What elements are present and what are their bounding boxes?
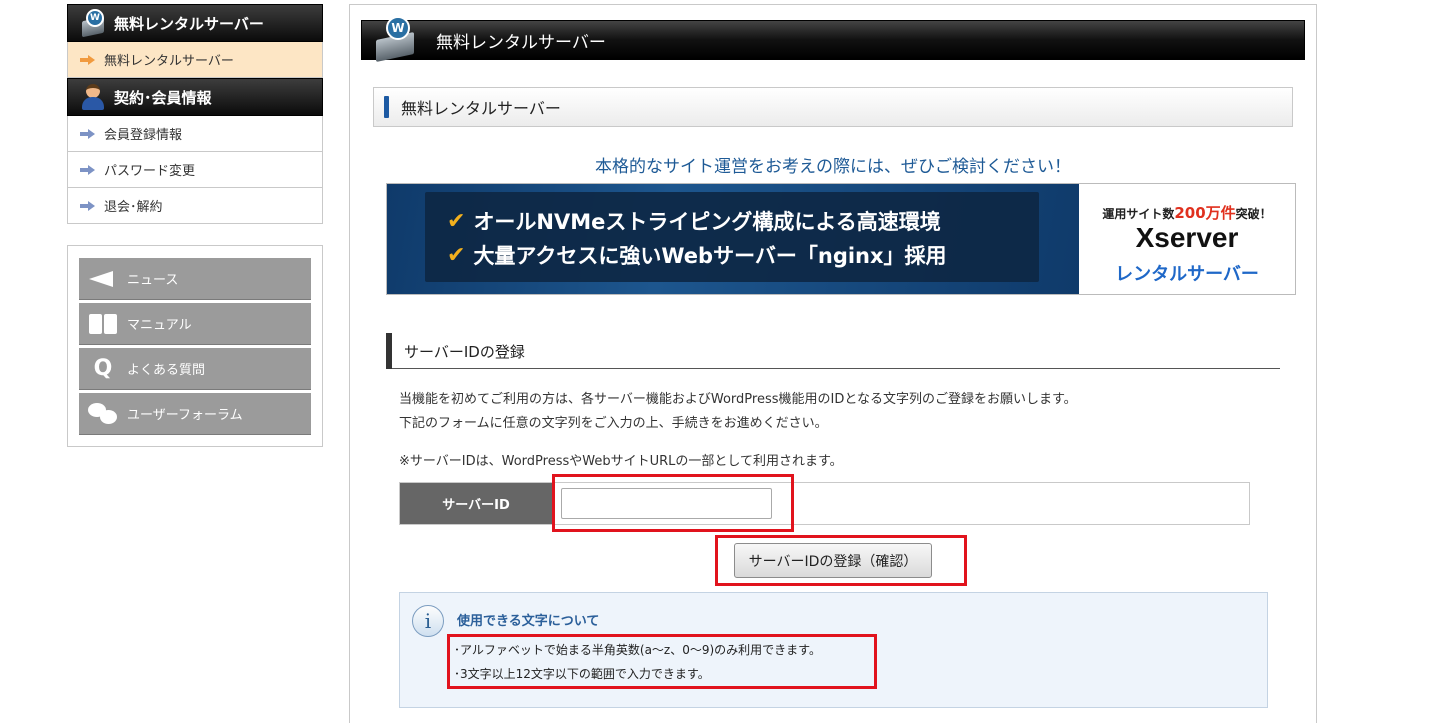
banner-line-1-text: オールNVMeストライピング構成による高速環境	[473, 210, 941, 234]
info-title: 使用できる文字について	[457, 614, 600, 629]
arrow-right-icon	[80, 54, 96, 65]
faq-button[interactable]: Q よくある質問	[79, 348, 311, 390]
main-panel: W 無料レンタルサーバー 無料レンタルサーバー 本格的なサイト運営をお考えの際に…	[349, 4, 1317, 723]
section-header: 無料レンタルサーバー	[373, 87, 1293, 127]
news-button-label: ニュース	[127, 273, 179, 288]
megaphone-icon	[85, 269, 121, 289]
registration-heading-text: サーバーIDの登録	[404, 343, 525, 361]
info-icon: i	[412, 605, 444, 637]
main-header-title: 無料レンタルサーバー	[436, 32, 606, 53]
server-icon: W	[362, 12, 422, 63]
chat-bubbles-icon	[85, 402, 121, 425]
highlight-box-button	[715, 535, 967, 586]
banner-badge: 運用サイト数200万件突破！	[1079, 202, 1295, 223]
manual-button-label: マニュアル	[127, 318, 192, 333]
sidebar-item-password-change[interactable]: パスワード変更	[67, 152, 323, 188]
banner-line-1: ✔ オールNVMeストライピング構成による高速環境	[447, 206, 941, 236]
banner-badge-number: 200万件	[1174, 204, 1236, 222]
banner-line-2-text: 大量アクセスに強いWebサーバー「nginx」採用	[473, 244, 947, 268]
banner-badge-suffix: 突破！	[1235, 207, 1272, 221]
section-accent-bar	[384, 96, 389, 118]
banner-badge-prefix: 運用サイト数	[1102, 207, 1175, 221]
user-icon	[80, 83, 106, 111]
sidebar-item-label: 無料レンタルサーバー	[104, 54, 234, 69]
faq-button-label: よくある質問	[127, 363, 206, 378]
sidebar-section-header-rental-server: W 無料レンタルサーバー	[67, 4, 323, 42]
description-line-1: 当機能を初めてご利用の方は、各サーバー機能およびWordPress機能用のIDと…	[399, 392, 1077, 407]
heading-accent-bar	[386, 333, 392, 369]
main-header: W 無料レンタルサーバー	[361, 16, 1305, 63]
banner-left: ✔ オールNVMeストライピング構成による高速環境 ✔ 大量アクセスに強いWeb…	[387, 184, 1079, 294]
news-button[interactable]: ニュース	[79, 258, 311, 300]
xserver-banner[interactable]: ✔ オールNVMeストライピング構成による高速環境 ✔ 大量アクセスに強いWeb…	[386, 183, 1296, 295]
arrow-right-icon	[80, 200, 96, 211]
sidebar-section-title: 契約･会員情報	[114, 88, 212, 107]
banner-brand-sub: レンタルサーバー	[1115, 264, 1259, 285]
sidebar-item-label: 会員登録情報	[104, 128, 183, 143]
banner-right: 運用サイト数200万件突破！ Xserver レンタルサーバー	[1079, 184, 1295, 294]
sidebar-section-header-account: 契約･会員情報	[67, 78, 323, 116]
arrow-right-icon	[80, 164, 96, 175]
highlight-box-input	[552, 474, 794, 532]
lead-text: 本格的なサイト運営をお考えの際には、ぜひご検討ください！	[595, 157, 1071, 177]
sidebar-item-free-rental-server[interactable]: 無料レンタルサーバー	[67, 42, 323, 78]
check-icon: ✔	[447, 242, 466, 268]
sidebar-section-title: 無料レンタルサーバー	[114, 14, 264, 33]
sidebar-item-label: 退会･解約	[104, 200, 163, 215]
description-line-2: 下記のフォームに任意の文字列をご入力の上、手続きをお進めください。	[399, 416, 828, 431]
book-icon	[85, 313, 121, 334]
forum-button[interactable]: ユーザーフォーラム	[79, 393, 311, 435]
highlight-box-rules	[447, 634, 877, 689]
server-id-row: サーバーID	[399, 482, 1250, 525]
check-icon: ✔	[447, 208, 466, 234]
sidebar-item-member-info[interactable]: 会員登録情報	[67, 116, 323, 152]
usage-note: ※サーバーIDは、WordPressやWebサイトURLの一部として利用されます…	[399, 454, 843, 469]
sidebar-item-cancel-membership[interactable]: 退会･解約	[67, 188, 323, 224]
server-icon: W	[80, 9, 106, 38]
arrow-right-icon	[80, 128, 96, 139]
registration-heading: サーバーIDの登録	[386, 333, 1280, 369]
banner-line-2: ✔ 大量アクセスに強いWebサーバー「nginx」採用	[447, 240, 947, 270]
sidebar: W 無料レンタルサーバー 無料レンタルサーバー 契約･会員情報 会員登録情報 パ…	[67, 4, 323, 224]
section-title: 無料レンタルサーバー	[401, 99, 561, 118]
sidebar-item-label: パスワード変更	[104, 164, 196, 179]
question-icon: Q	[93, 356, 113, 381]
xserver-logo: Xserver	[1135, 222, 1239, 253]
sidebar-help-box: ニュース マニュアル Q よくある質問 ユーザーフォーラム	[67, 245, 323, 447]
server-id-label: サーバーID	[400, 483, 552, 524]
forum-button-label: ユーザーフォーラム	[127, 408, 243, 423]
manual-button[interactable]: マニュアル	[79, 303, 311, 345]
